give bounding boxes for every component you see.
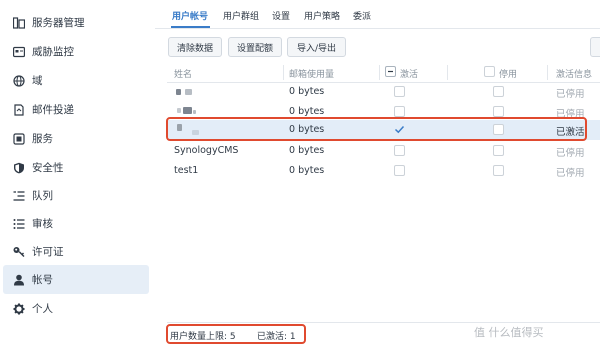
activate-checkbox[interactable]	[394, 86, 405, 97]
column-separator	[379, 65, 380, 80]
column-header-activation-info[interactable]: 激活信息	[556, 67, 592, 80]
column-separator	[547, 65, 548, 80]
activate-checkbox[interactable]	[394, 106, 405, 117]
key-icon	[12, 245, 25, 258]
sidebar-item-mail-delivery[interactable]: 邮件投递	[3, 95, 149, 124]
redacted-name	[183, 107, 192, 114]
mail-usage: 0 bytes	[289, 106, 325, 117]
service-icon	[12, 132, 25, 145]
sidebar-item-security[interactable]: 安全性	[3, 153, 149, 182]
table-row[interactable]: test1 0 bytes 已停用	[167, 161, 600, 181]
table-header: 姓名 邮箱使用量 激活 停用 激活信息	[167, 63, 600, 83]
sidebar-item-domain[interactable]: 域	[3, 66, 149, 95]
column-header-mail-usage[interactable]: 邮箱使用量	[289, 67, 334, 80]
disable-checkbox[interactable]	[493, 86, 504, 97]
disable-checkbox[interactable]	[493, 106, 504, 117]
table-row[interactable]: SynologyCMS 0 bytes 已停用	[167, 141, 600, 161]
user-name: SynologyCMS	[174, 145, 239, 156]
disable-checkbox[interactable]	[493, 145, 504, 156]
toolbar-overflow-button[interactable]	[590, 37, 600, 57]
activate-checkbox[interactable]	[394, 165, 405, 176]
sidebar-item-label: 安全性	[32, 162, 64, 174]
set-quota-button[interactable]: 设置配额	[228, 37, 282, 57]
tab-user-policy[interactable]: 用户策略	[304, 9, 340, 22]
activate-all-checkbox[interactable]	[385, 66, 396, 77]
mail-usage: 0 bytes	[289, 145, 325, 156]
column-separator	[283, 65, 284, 80]
mail-delivery-icon	[12, 103, 25, 116]
tab-bar: 用户帐号 用户群组 设置 用户策略 委派	[155, 0, 600, 29]
user-icon	[12, 273, 25, 286]
redacted-name	[193, 110, 196, 114]
sidebar-item-label: 威胁监控	[32, 46, 74, 58]
sidebar-item-service[interactable]: 服务	[3, 124, 149, 153]
user-name: test1	[174, 165, 199, 176]
shield-icon	[12, 161, 25, 174]
tab-user-groups[interactable]: 用户群组	[223, 9, 259, 22]
column-header-name[interactable]: 姓名	[174, 67, 192, 80]
sidebar-item-label: 审核	[32, 218, 53, 230]
footer-divider	[167, 322, 600, 323]
sidebar-item-audit[interactable]: 审核	[3, 209, 149, 238]
clear-data-button[interactable]: 清除数据	[168, 37, 222, 57]
globe-icon	[12, 74, 25, 87]
import-export-button[interactable]: 导入/导出	[287, 37, 346, 57]
sidebar-item-label: 队列	[32, 190, 53, 202]
activation-info: 已停用	[556, 148, 585, 159]
mail-usage: 0 bytes	[289, 165, 325, 176]
activation-info: 已停用	[556, 89, 585, 100]
activate-checkbox[interactable]	[394, 145, 405, 156]
sidebar: 服务器管理 威胁监控 域 邮件投递 服务 安全性 队列 审核 许可证 帐号 个人	[0, 0, 155, 347]
tab-delegation[interactable]: 委派	[353, 9, 371, 22]
table-row[interactable]: 0 bytes 已停用	[167, 82, 600, 102]
monitor-icon	[12, 45, 25, 58]
sidebar-item-label: 个人	[32, 303, 53, 315]
sidebar-item-queue[interactable]: 队列	[3, 181, 149, 210]
sidebar-item-account[interactable]: 帐号	[3, 265, 149, 294]
redacted-name	[176, 89, 181, 95]
activation-info: 已停用	[556, 168, 585, 179]
sidebar-item-license[interactable]: 许可证	[3, 237, 149, 266]
highlight-activated-row	[166, 117, 587, 141]
audit-icon	[12, 217, 25, 230]
sidebar-item-label: 帐号	[32, 274, 53, 286]
server-icon	[12, 16, 25, 29]
tab-user-accounts[interactable]: 用户帐号	[172, 9, 208, 22]
disable-all-checkbox[interactable]	[484, 66, 495, 77]
sidebar-item-personal[interactable]: 个人	[3, 294, 149, 323]
column-separator	[447, 65, 448, 80]
redacted-name	[177, 108, 181, 113]
column-header-activate[interactable]: 激活	[400, 67, 418, 80]
sidebar-item-server-management[interactable]: 服务器管理	[3, 8, 149, 37]
sidebar-item-label: 服务器管理	[32, 17, 85, 29]
disable-checkbox[interactable]	[493, 165, 504, 176]
tab-divider	[155, 28, 600, 29]
tab-settings[interactable]: 设置	[272, 9, 290, 22]
sidebar-item-label: 服务	[32, 133, 53, 145]
queue-icon	[12, 189, 25, 202]
column-header-disable[interactable]: 停用	[499, 67, 517, 80]
mail-usage: 0 bytes	[289, 86, 325, 97]
highlight-footer-stats	[166, 324, 306, 344]
redacted-name	[185, 89, 192, 95]
sidebar-item-label: 邮件投递	[32, 104, 74, 116]
sidebar-item-threat-monitor[interactable]: 威胁监控	[3, 37, 149, 66]
sidebar-item-label: 域	[32, 75, 43, 87]
gear-icon	[12, 302, 25, 315]
sidebar-item-label: 许可证	[32, 246, 64, 258]
watermark: 值 什么值得买	[474, 326, 544, 339]
